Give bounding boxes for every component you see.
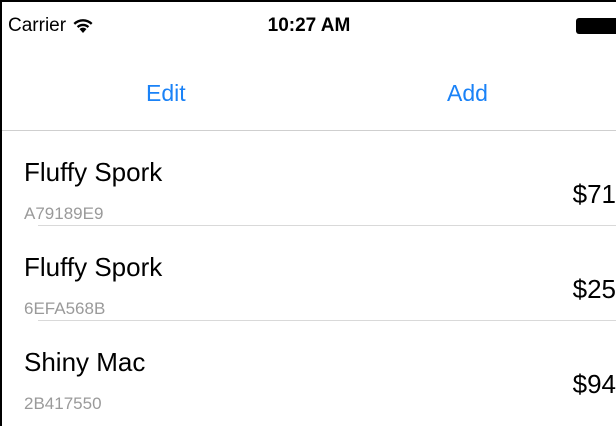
battery-icon <box>576 18 616 34</box>
list-item[interactable]: Shiny Mac 2B417550 $94 <box>2 321 616 416</box>
navigation-bar: Edit Add <box>2 42 616 131</box>
item-subtitle: 2B417550 <box>24 394 102 413</box>
list-item[interactable]: Fluffy Spork 6EFA568B $25 <box>2 226 616 321</box>
item-price: $71 <box>572 179 616 209</box>
add-button[interactable]: Add <box>447 80 488 107</box>
item-title: Fluffy Spork <box>24 252 163 282</box>
phone-screen: Carrier 10:27 AM Edit Add Fluffy Spork A… <box>0 0 616 426</box>
edit-button[interactable]: Edit <box>146 80 186 107</box>
item-title: Fluffy Spork <box>24 157 163 187</box>
item-subtitle: A79189E9 <box>24 204 104 223</box>
item-list: Fluffy Spork A79189E9 $71 Fluffy Spork 6… <box>2 131 616 416</box>
item-price: $94 <box>572 369 616 399</box>
status-time: 10:27 AM <box>267 15 351 36</box>
status-bar: Carrier 10:27 AM <box>2 2 616 42</box>
item-subtitle: 6EFA568B <box>24 299 106 318</box>
item-title: Shiny Mac <box>24 347 146 377</box>
list-item[interactable]: Fluffy Spork A79189E9 $71 <box>2 131 616 226</box>
item-price: $25 <box>572 274 616 304</box>
